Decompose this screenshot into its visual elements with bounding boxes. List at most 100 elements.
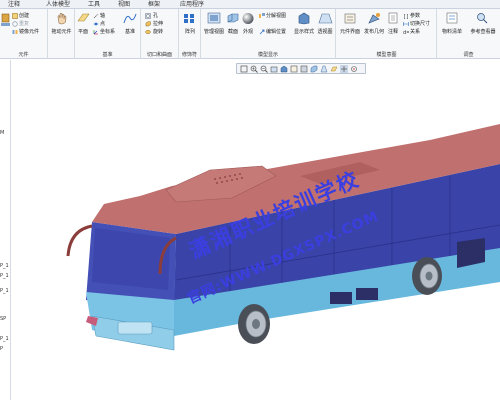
component-interface-button[interactable]: 元件界面: [339, 12, 361, 35]
display-style-button[interactable]: 显示样式: [293, 12, 315, 35]
create-icon[interactable]: [12, 13, 18, 21]
relations-icon[interactable]: d=: [403, 29, 410, 37]
perspective-button[interactable]: 透视图: [315, 12, 335, 35]
publish-geometry-icon: [368, 13, 380, 24]
notes-icon: [388, 12, 398, 24]
menu-tab-tools[interactable]: 工具: [88, 0, 100, 9]
relations-button[interactable]: 关系: [410, 29, 420, 35]
tree-item[interactable]: P_1: [0, 336, 9, 342]
repeat-button[interactable]: 重复: [19, 21, 29, 27]
svg-text:[]: []: [403, 14, 409, 19]
plane-button[interactable]: 平面: [76, 12, 90, 35]
ribbon: 创建 重复 镜像元件 元件 拖动元件 平面 轴 点 坐标系 基准 基准 孔 拉伸…: [0, 9, 500, 59]
refit-icon[interactable]: [240, 65, 248, 73]
group-model-display: 管理视图 截面 外观 分解视图 编辑位置 显示样式 透视图 模型显示: [201, 9, 336, 59]
graphics-viewport[interactable]: 潇湘职业培训学校 官网:WWW.DGXSPX.COM: [12, 60, 500, 400]
tree-item[interactable]: P: [0, 346, 3, 352]
section-button[interactable]: 截面: [226, 12, 240, 35]
group-modifiers: 阵列 修饰符: [179, 9, 201, 59]
group-investigate-label[interactable]: 调查: [437, 51, 500, 58]
coordinate-system-icon[interactable]: [93, 29, 99, 37]
hole-button[interactable]: 孔: [153, 13, 158, 19]
edit-position-button[interactable]: 编辑位置: [266, 29, 286, 35]
repaint-icon[interactable]: [270, 65, 278, 73]
reference-viewer-icon: [477, 13, 488, 24]
parameters-button[interactable]: 参数: [410, 13, 420, 19]
section-view-icon[interactable]: [310, 65, 318, 73]
coordinate-system-button[interactable]: 坐标系: [100, 29, 115, 35]
group-model-intent: 元件界面 发布几何 注释 [] 参数 切换尺寸 d= 关系 模型意图: [337, 9, 437, 59]
graphics-toolbar: [236, 63, 366, 74]
menu-tab-annotate[interactable]: 注释: [8, 0, 20, 9]
manage-views-button[interactable]: 管理视图: [203, 12, 225, 35]
bill-of-materials-button[interactable]: 物料清单: [439, 12, 465, 35]
tree-item[interactable]: P_1: [0, 288, 9, 294]
notes-button[interactable]: 注释: [386, 12, 400, 35]
appearance-button[interactable]: 外观: [241, 12, 255, 35]
zoom-in-icon[interactable]: [250, 65, 258, 73]
point-icon[interactable]: [93, 21, 99, 29]
publish-geometry-button[interactable]: 发布几何: [363, 12, 385, 35]
tree-item[interactable]: P_1: [0, 273, 9, 279]
tree-item[interactable]: SP: [0, 316, 6, 322]
assemble-icon[interactable]: [1, 12, 10, 30]
explode-view-button[interactable]: 分解视图: [266, 13, 286, 19]
tree-item[interactable]: M: [0, 130, 4, 136]
point-button[interactable]: 点: [100, 21, 105, 27]
bill-of-materials-icon: [446, 12, 458, 24]
group-components: 创建 重复 镜像元件 元件: [0, 9, 48, 59]
mirror-component-button[interactable]: 镜像元件: [19, 29, 39, 35]
model-tree-strip: M P_1 P_1 P_1 SP P_1 P: [0, 60, 11, 400]
display-style-icon[interactable]: [280, 65, 288, 73]
menu-bar: 注释 人体模型 工具 视图 框架 应用程序: [0, 0, 500, 9]
hole-icon[interactable]: [145, 13, 151, 21]
explode-view-icon[interactable]: [259, 13, 265, 21]
datum-curve-button[interactable]: 基准: [121, 12, 139, 35]
drag-component-button[interactable]: 拖动元件: [49, 12, 74, 35]
repeat-icon[interactable]: [12, 21, 18, 29]
curve-icon: [123, 13, 137, 24]
menu-tab-applications[interactable]: 应用程序: [180, 0, 204, 9]
axis-icon[interactable]: [93, 13, 99, 21]
extrude-icon[interactable]: [145, 21, 151, 29]
menu-tab-view[interactable]: 视图: [118, 0, 130, 9]
group-cut-surface-label[interactable]: 切口和曲面: [141, 51, 178, 58]
revolve-icon[interactable]: [145, 29, 151, 37]
annotation-display-icon[interactable]: [340, 65, 348, 73]
pattern-button[interactable]: 阵列: [180, 12, 200, 35]
datum-display-icon[interactable]: [330, 65, 338, 73]
revolve-button[interactable]: 旋转: [153, 29, 163, 35]
group-datum: 平面 轴 点 坐标系 基准 基准: [75, 9, 141, 59]
switch-dimensions-icon[interactable]: [403, 21, 409, 29]
group-drag: 拖动元件: [48, 9, 75, 59]
component-interface-icon: [344, 13, 356, 24]
manage-views-icon: [207, 12, 221, 24]
parameters-icon[interactable]: []: [403, 13, 409, 21]
zoom-out-icon[interactable]: [260, 65, 268, 73]
group-components-label[interactable]: 元件: [0, 51, 47, 58]
group-model-intent-label[interactable]: 模型意图: [337, 51, 436, 58]
view-manager-icon[interactable]: [300, 65, 308, 73]
perspective-icon: [318, 13, 333, 24]
axis-button[interactable]: 轴: [100, 13, 105, 19]
extrude-button[interactable]: 拉伸: [153, 21, 163, 27]
switch-dimensions-button[interactable]: 切换尺寸: [410, 21, 430, 27]
menu-tab-framework[interactable]: 框架: [148, 0, 160, 9]
group-datum-label[interactable]: 基准: [75, 51, 140, 58]
hand-icon: [57, 13, 67, 25]
spin-center-icon[interactable]: [350, 65, 358, 73]
menu-tab-manikin[interactable]: 人体模型: [46, 0, 70, 9]
create-button[interactable]: 创建: [19, 13, 29, 19]
reference-viewer-button[interactable]: 参考查看器: [467, 12, 499, 35]
group-cut-surface: 孔 拉伸 旋转 切口和曲面: [141, 9, 179, 59]
edit-position-icon[interactable]: [259, 29, 265, 37]
mirror-component-icon[interactable]: [12, 29, 18, 37]
plane-icon: [77, 13, 90, 22]
display-style-icon: [298, 12, 310, 25]
svg-text:d=: d=: [403, 30, 409, 35]
group-modifiers-label[interactable]: 修饰符: [179, 51, 200, 58]
tree-item[interactable]: P_1: [0, 263, 9, 269]
group-model-display-label[interactable]: 模型显示: [201, 51, 335, 58]
saved-views-icon[interactable]: [290, 65, 298, 73]
perspective-view-icon[interactable]: [320, 65, 328, 73]
